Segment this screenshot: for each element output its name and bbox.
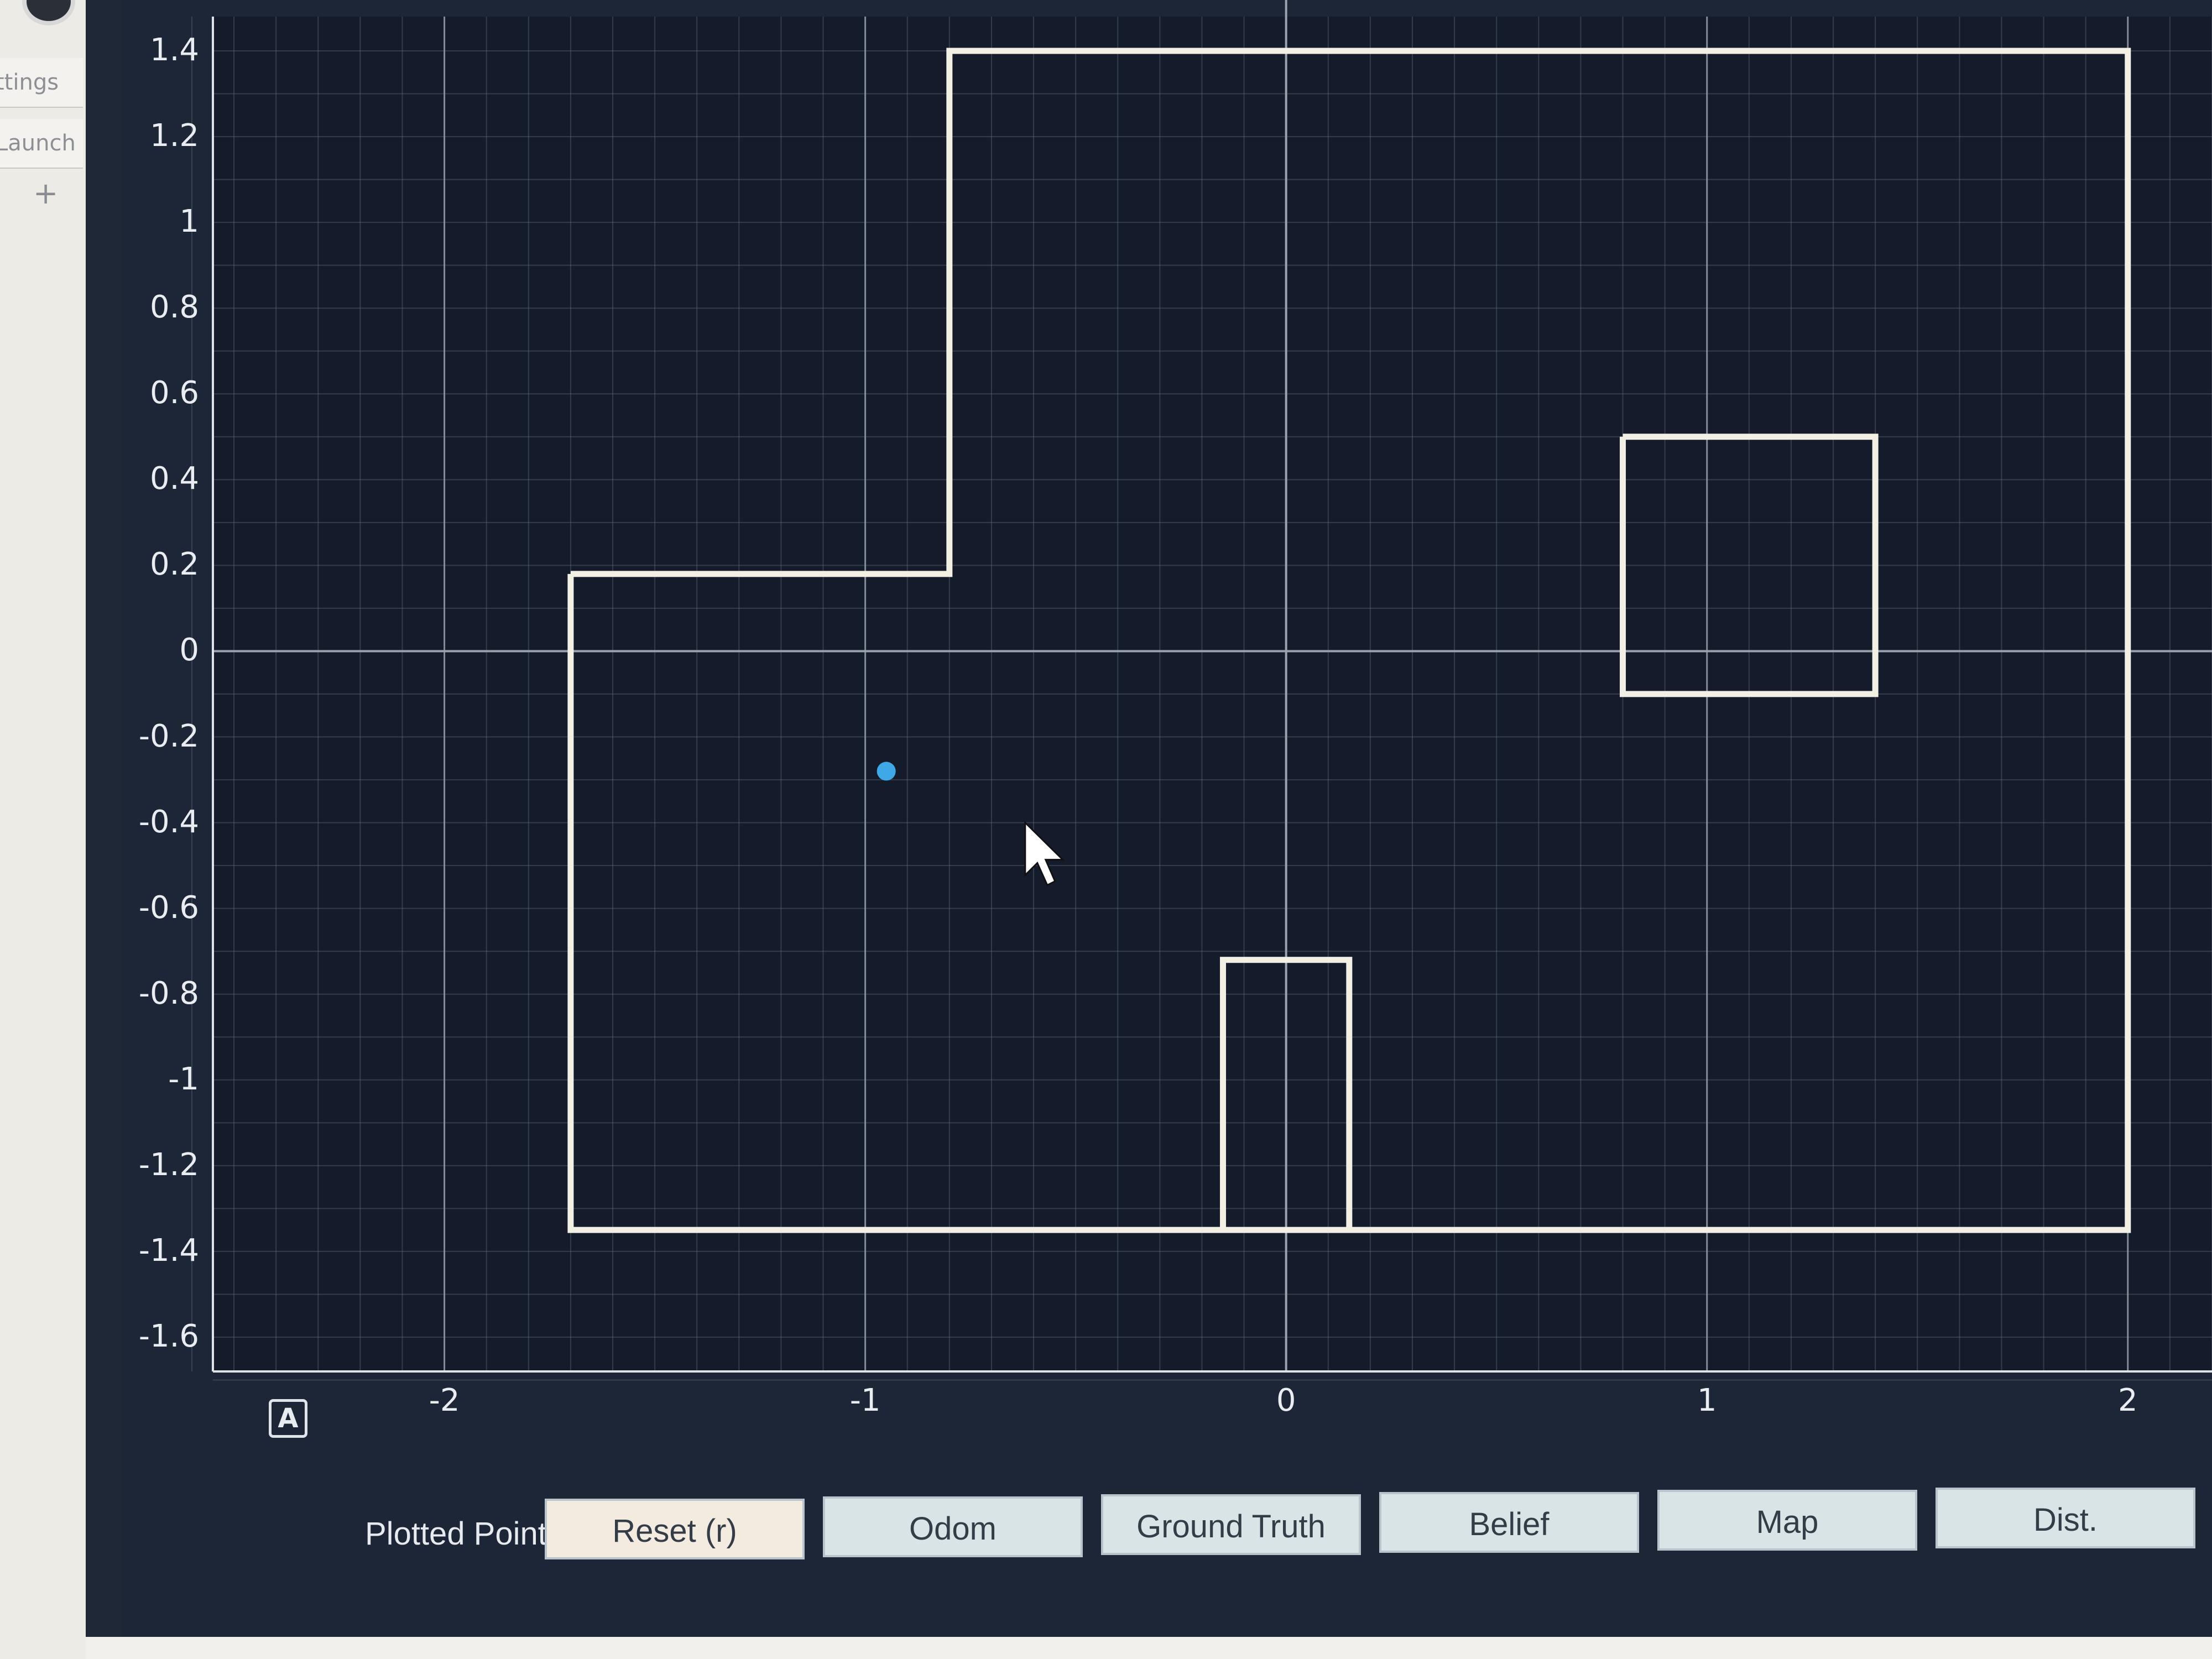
odom-button[interactable]: Odom xyxy=(823,1496,1083,1557)
y-tick-label: 1.4 xyxy=(149,32,199,69)
sidebar-tab-settings[interactable]: ttings xyxy=(0,58,83,108)
y-tick-label: -0.6 xyxy=(138,889,199,926)
plotted-point xyxy=(877,761,896,781)
add-tab-icon[interactable]: + xyxy=(33,176,58,211)
belief-button[interactable]: Belief xyxy=(1379,1492,1639,1553)
status-strip xyxy=(86,1637,2212,1659)
x-tick-label: 2 xyxy=(2117,1383,2138,1418)
y-tick-label: -0.4 xyxy=(138,804,199,840)
y-tick-label: -0.2 xyxy=(138,718,199,754)
x-tick-label: 0 xyxy=(1276,1383,1296,1418)
ground-truth-button[interactable]: Ground Truth xyxy=(1101,1494,1361,1555)
y-tick-label: -1 xyxy=(168,1061,199,1097)
y-tick-label: 0.6 xyxy=(149,375,199,411)
y-tick-label: 0.4 xyxy=(149,461,199,497)
y-tick-label: 1 xyxy=(179,204,199,240)
y-tick-label: -1.6 xyxy=(138,1318,199,1354)
y-tick-label: -1.4 xyxy=(138,1232,199,1269)
window-icon xyxy=(22,0,75,25)
dist-button[interactable]: Dist. xyxy=(1936,1488,2195,1548)
y-tick-label: 1.2 xyxy=(149,118,199,154)
x-tick-label: -2 xyxy=(429,1383,460,1418)
x-tick-label: -1 xyxy=(849,1383,881,1418)
sidebar: ttings Launch + xyxy=(0,0,86,1659)
y-tick-label: 0.2 xyxy=(149,546,199,583)
map-button[interactable]: Map xyxy=(1657,1490,1917,1551)
reset-button[interactable]: Reset (r) xyxy=(545,1499,805,1559)
y-tick-label: 0 xyxy=(179,632,199,669)
sidebar-tab-launch[interactable]: Launch xyxy=(0,119,83,169)
y-tick-label: -0.8 xyxy=(138,975,199,1011)
plot-window: 1.4 1.2 1 0.8 0.6 0.4 0.2 0 -0.2 -0.4 -0.6 -0.8 -1 -1… xyxy=(122,0,2212,1637)
x-tick-label: 1 xyxy=(1697,1383,1717,1418)
autoscale-icon[interactable]: A xyxy=(269,1399,307,1438)
y-tick-label: -1.2 xyxy=(138,1146,199,1183)
y-tick-label: 0.8 xyxy=(149,289,199,326)
